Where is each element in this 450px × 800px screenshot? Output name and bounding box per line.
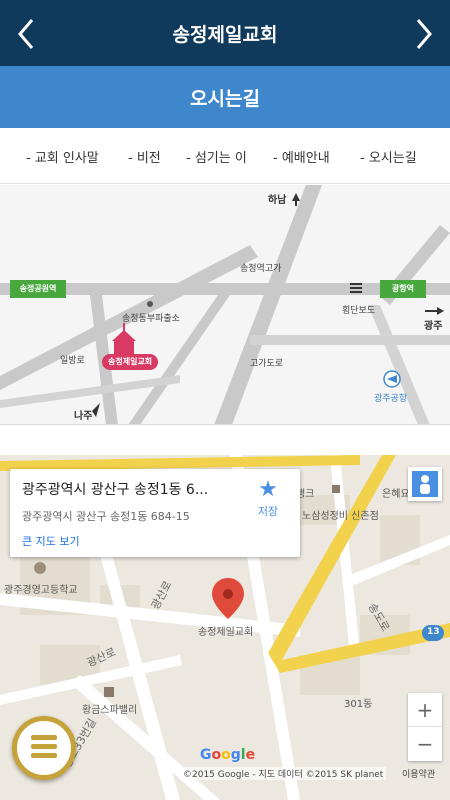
app-header: 송정제일교회 xyxy=(0,0,450,66)
save-label: 저장 xyxy=(257,505,279,518)
page-title: 송정제일교회 xyxy=(172,24,278,46)
label-center: 노삼성정비 신촌점 xyxy=(302,511,379,522)
chevron-right-icon xyxy=(416,19,432,49)
label-airport: 광주공항 xyxy=(374,394,408,404)
menu-item-worship[interactable]: - 예배안내 xyxy=(273,147,330,166)
label-gwangju: 광주 xyxy=(424,321,443,332)
label-building: 301동 xyxy=(344,699,373,710)
label-police: 송정동부파출소 xyxy=(122,314,180,324)
label-crosswalk: 횡단보도 xyxy=(342,306,376,316)
label-naju: 나주 xyxy=(74,411,93,422)
star-icon: ★ xyxy=(258,477,278,502)
sub-menu: - 교회 인사말 - 비전 - 섬기는 이 - 예배안내 - 오시는길 xyxy=(0,128,450,184)
label-school: 광주경영고등학교 xyxy=(4,585,78,596)
place-address: 광주광역시 광산구 송정1동 684-15 xyxy=(22,510,190,523)
station-gwangju: 광항역 xyxy=(380,280,426,298)
zoom-out-button[interactable]: − xyxy=(408,727,442,761)
map-credits: ©2015 Google - 지도 데이터 ©2015 SK planet xyxy=(180,767,387,780)
spacer xyxy=(0,425,450,455)
street-view-button[interactable] xyxy=(408,467,442,501)
label-hanam: 하남 xyxy=(268,195,287,206)
google-logo: Google xyxy=(200,747,256,763)
zoom-in-button[interactable]: + xyxy=(408,693,442,727)
menu-item-ministers[interactable]: - 섬기는 이 xyxy=(186,147,247,166)
menu-item-directions[interactable]: - 오시는길 xyxy=(360,147,417,166)
station-songjeong: 송정공원역 xyxy=(10,280,66,298)
label-church-map: 송정제일교회 xyxy=(198,627,254,638)
section-title: 오시는길 xyxy=(190,88,260,110)
terms-link[interactable]: 이용약관 xyxy=(402,767,435,780)
label-overpass-road: 고가도로 xyxy=(250,359,284,369)
next-button[interactable] xyxy=(408,16,438,52)
label-villa: 황금스파밸리 xyxy=(82,705,138,716)
place-info-card[interactable]: 광주광역시 광산구 송정1동 6... 광주광역시 광산구 송정1동 684-1… xyxy=(10,469,300,557)
save-button[interactable]: ★ 저장 xyxy=(246,477,290,537)
view-larger-map-link[interactable]: 큰 지도 보기 xyxy=(22,533,80,549)
place-name: 광주광역시 광산구 송정1동 6... xyxy=(22,482,209,498)
label-eunhye: 은혜요 xyxy=(382,489,410,500)
label-overpass: 송정역고가 xyxy=(240,264,282,274)
illustrated-map-roads xyxy=(0,185,450,424)
route-badge: 13 xyxy=(427,627,440,637)
menu-fab[interactable] xyxy=(12,716,76,780)
zoom-controls: + − xyxy=(408,693,442,761)
section-header: 오시는길 xyxy=(0,66,450,128)
illustrated-map: 하남 송정역고가 송정공원역 광항역 횡단보도 광주 송정동부파출소 송정제일교… xyxy=(0,185,450,425)
label-church: 송정제일교회 xyxy=(102,354,159,370)
menu-item-greeting[interactable]: - 교회 인사말 xyxy=(26,147,99,166)
menu-item-vision[interactable]: - 비전 xyxy=(128,147,161,166)
pegman-icon xyxy=(412,471,438,497)
label-ilbang: 일방로 xyxy=(60,356,85,366)
